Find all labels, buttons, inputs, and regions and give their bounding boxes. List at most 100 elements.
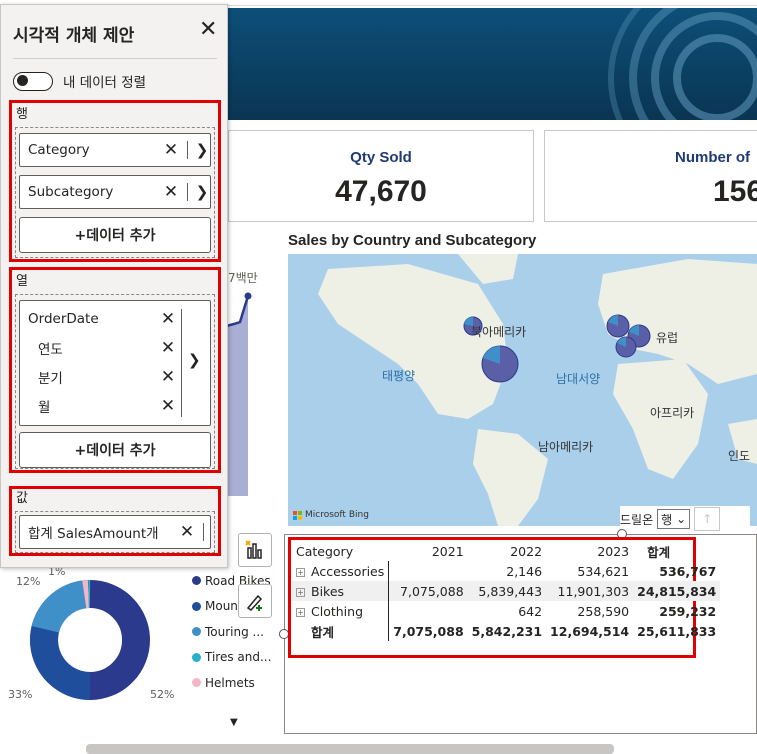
rows-field-subcategory[interactable]: Subcategory ✕ ❯ [19, 175, 211, 209]
legend-item[interactable]: Tires and... [192, 645, 271, 671]
rows-field-category[interactable]: Category ✕ ❯ [19, 133, 211, 167]
matrix-row-category[interactable]: + Clothing [292, 601, 389, 621]
matrix-cell-total: 24,815,834 [637, 583, 717, 599]
matrix-cell: 2,146 [506, 563, 543, 579]
field-label: OrderDate [28, 311, 99, 327]
matrix-total-label: 합계 [311, 624, 335, 640]
card-title: Number of [675, 149, 750, 166]
map-visual[interactable]: 북아메리카 유럽 태평양 남대서양 아프리카 남아메리카 인도 Microsof… [288, 254, 757, 526]
columns-section: 열 OrderDate ✕ 연도 ✕ 분기 ✕ 월 ✕ ❯ +데이터 추가 [9, 267, 221, 473]
paintbrush-add-icon [246, 594, 263, 611]
table-row: + Bikes 7,075,088 5,839,443 11,901,303 24… [292, 581, 721, 601]
bing-attribution-text: Microsoft Bing [305, 510, 369, 520]
visual-suggestion-panel: 시각적 개체 제안 ✕ 내 데이터 정렬 행 Category ✕ ❯ Subc… [0, 4, 228, 568]
matrix-header-total[interactable]: 합계 [633, 541, 720, 561]
close-icon[interactable]: ✕ [177, 522, 197, 542]
close-icon[interactable]: ✕ [161, 140, 181, 160]
drill-up-button[interactable]: ↑ [694, 507, 721, 531]
bing-attribution: Microsoft Bing [293, 510, 369, 520]
map-label-south-america: 남아메리카 [538, 440, 594, 454]
card-value: 156 [713, 175, 757, 208]
matrix-cell: 7,075,088 [388, 621, 468, 641]
expand-plus-icon[interactable]: + [296, 607, 305, 617]
top-strip [228, 0, 757, 6]
field-label: Subcategory [28, 184, 114, 200]
field-label: Category [28, 142, 90, 158]
card-title: Qty Sold [350, 149, 412, 166]
map-label-atlantic: 남대서양 [556, 372, 601, 386]
column-level-item[interactable]: 분기 ✕ [20, 363, 178, 391]
map-label-north-america: 북아메리카 [471, 325, 527, 339]
matrix-cell-total: 536,767 [659, 563, 717, 579]
sort-data-toggle[interactable] [13, 71, 53, 91]
column-level-item[interactable]: 연도 ✕ [20, 334, 178, 362]
column-group-item[interactable]: OrderDate ✕ [20, 305, 178, 333]
matrix-header-category[interactable]: Category [292, 541, 389, 561]
card-number-of[interactable]: Number of 156 [544, 130, 757, 222]
drill-select[interactable]: 행 ⌄ [657, 509, 691, 529]
legend-item[interactable]: Helmets [192, 670, 271, 696]
legend-dot [192, 652, 201, 662]
field-label: 월 [38, 400, 51, 416]
table-row: + Clothing 642 258,590 259,232 [292, 601, 720, 621]
map-title: Sales by Country and Subcategory [288, 232, 537, 249]
matrix-cell: 12,694,514 [550, 623, 630, 639]
rows-add-data-button[interactable]: +데이터 추가 [19, 217, 211, 253]
field-label: 연도 [38, 342, 63, 358]
legend-label: Touring ... [205, 624, 264, 639]
legend-item[interactable]: Touring ... [192, 619, 271, 645]
map-pie-markers[interactable] [288, 254, 757, 526]
horizontal-scrollbar[interactable] [86, 744, 614, 754]
matrix-header-2022[interactable]: 2022 [468, 541, 546, 561]
legend-scroll-down-icon[interactable]: ▼ [230, 717, 238, 728]
matrix-row-category[interactable]: + Accessories [292, 561, 389, 581]
column-level-item[interactable]: 월 ✕ [20, 392, 178, 420]
matrix-cell: 642 [518, 603, 543, 619]
format-visual-button[interactable] [238, 584, 272, 618]
map-label-europe: 유럽 [656, 331, 679, 345]
divider [181, 309, 182, 417]
table-row: + Accessories 2,146 534,621 536,767 [292, 561, 720, 581]
chevron-right-icon[interactable]: ❯ [188, 351, 201, 369]
map-label-africa: 아프리카 [650, 406, 695, 420]
matrix-cell: 534,621 [577, 563, 630, 579]
header-banner [222, 8, 757, 120]
drill-controls: 드릴온 행 ⌄ ↑ [620, 506, 750, 532]
arrow-up-icon: ↑ [702, 512, 713, 526]
expand-plus-icon[interactable]: + [296, 567, 305, 577]
close-icon[interactable]: ✕ [158, 396, 178, 416]
expand-plus-icon[interactable]: + [296, 587, 305, 597]
microsoft-logo-icon [293, 510, 302, 520]
line-chart-fragment[interactable] [226, 266, 266, 496]
chevron-right-icon[interactable]: ❯ [194, 141, 210, 159]
legend-dot [192, 601, 201, 611]
matrix-row-category[interactable]: + Bikes [292, 581, 389, 601]
card-qty-sold[interactable]: Qty Sold 47,670 [228, 130, 534, 222]
donut-pct-bottom-right: 52% [150, 688, 175, 701]
suggest-visual-button[interactable] [238, 533, 272, 567]
chart-spark-icon [245, 540, 262, 559]
legend-dot [192, 627, 201, 637]
matrix-cell-total: 25,611,833 [637, 623, 717, 639]
close-icon[interactable]: ✕ [161, 182, 181, 202]
columns-label: 열 [16, 274, 28, 289]
columns-field-orderdate[interactable]: OrderDate ✕ 연도 ✕ 분기 ✕ 월 ✕ ❯ [19, 300, 211, 426]
close-icon[interactable]: ✕ [158, 309, 178, 329]
close-icon[interactable]: ✕ [158, 367, 178, 387]
pie-north-america-large [481, 345, 519, 383]
legend-dot [192, 576, 201, 586]
matrix-header-2021[interactable]: 2021 [389, 541, 468, 561]
values-field-salesamount[interactable]: 합계 SalesAmount개 ✕ [19, 515, 211, 549]
matrix-cell [388, 561, 468, 581]
chevron-right-icon[interactable]: ❯ [194, 183, 210, 201]
drill-selected-value: 행 [661, 512, 673, 527]
matrix-header-2023[interactable]: 2023 [546, 541, 633, 561]
close-icon[interactable]: ✕ [158, 338, 178, 358]
columns-add-data-button[interactable]: +데이터 추가 [19, 432, 211, 468]
close-icon[interactable]: ✕ [199, 19, 217, 41]
matrix-total-row: 합계 7,075,088 5,842,231 12,694,514 25,611… [292, 621, 720, 641]
divider [13, 58, 217, 59]
toggle-knob [17, 75, 28, 86]
matrix-cell [388, 601, 468, 621]
legend-dot [192, 678, 201, 688]
